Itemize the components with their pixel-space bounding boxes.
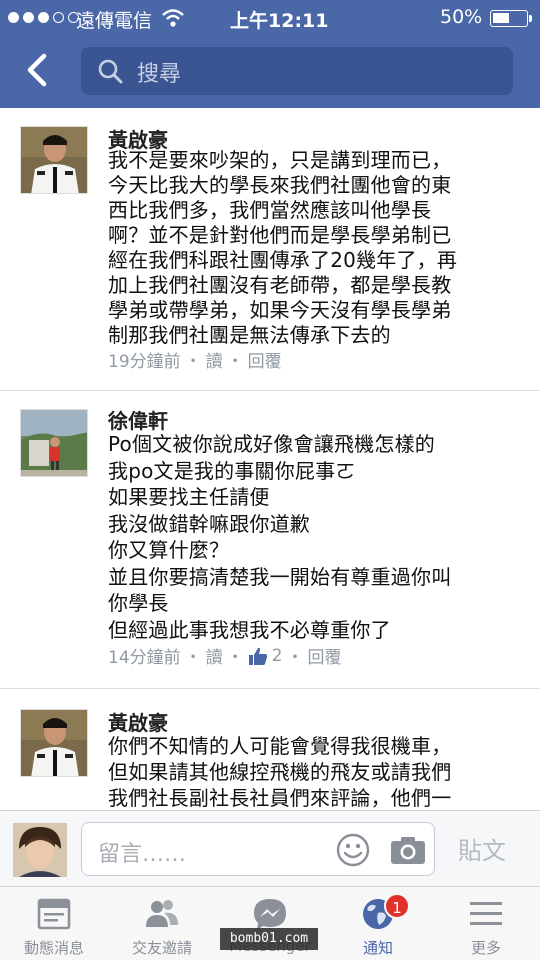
tab-more[interactable]: 更多 [432,887,540,960]
camera-icon[interactable] [390,835,426,865]
like-icon[interactable] [248,646,268,666]
comment-item: 黃啟豪 我不是要來吵架的，只是講到理而已， 今天比我大的學長來我們社團他會的東 … [0,108,540,390]
comment-text: 我不是要來吵架的，只是講到理而已， 今天比我大的學長來我們社團他會的東 西比我們… [108,148,458,347]
tab-notifications[interactable]: 1 通知 [324,887,432,960]
comment-input[interactable]: 留言…… [81,822,435,876]
avatar[interactable] [20,709,88,777]
messenger-icon [254,899,286,930]
back-arrow-icon[interactable] [18,50,58,90]
meta-separator: ・ [184,352,202,372]
signal-strength-icon [8,12,79,23]
battery-level [493,13,509,23]
news-feed-icon [37,898,71,930]
comment-meta: 14分鐘前 ・ 讀 ・ 2 ・ 回覆 [108,643,341,669]
top-bar: 遠傳電信 上午12:11 50% 搜尋 [0,0,540,108]
meta-separator: ・ [286,648,304,668]
comment-time: 14分鐘前 [108,648,181,668]
tab-label: 交友邀請 [131,939,192,957]
page: 遠傳電信 上午12:11 50% 搜尋 黃啟豪 我不是要來吵架的，只是講到理而已… [0,0,540,960]
search-placeholder: 搜尋 [137,62,182,87]
comment-list: 黃啟豪 我不是要來吵架的，只是講到理而已， 今天比我大的學長來我們社團他會的東 … [0,108,540,810]
tab-label: 通知 [362,939,393,957]
search-icon [98,59,123,84]
comment-item: 徐偉軒 Po個文被你說成好像會讓飛機怎樣的 我po文是我的事關你屁事ㄛ 如果要找… [0,391,540,687]
battery-percent: 50% [440,6,483,28]
comment-placeholder: 留言…… [98,842,187,867]
battery-tip [529,15,532,22]
read-link[interactable]: 讀 [206,347,223,372]
meta-separator: ・ [226,648,244,668]
watermark: bomb01.com [220,928,318,950]
comment-author[interactable]: 黃啟豪 [108,707,168,736]
emoji-icon[interactable] [336,833,370,867]
tab-friend-requests[interactable]: 交友邀請 [108,887,216,960]
meta-separator: ・ [226,352,244,372]
reply-link[interactable]: 回覆 [248,347,282,372]
avatar[interactable] [20,409,88,477]
my-avatar [13,823,67,877]
status-bar: 遠傳電信 上午12:11 50% [0,0,540,38]
comment-text: 你們不知情的人可能會覺得我很機車， 但如果請其他線控飛機的飛友或請我們 我們社長… [108,734,452,810]
tab-label: 更多 [470,939,501,957]
clock: 上午12:11 [230,10,329,32]
post-button[interactable]: 貼文 [458,831,506,866]
comment-compose-bar: 留言…… 貼文 [0,810,540,886]
comment-author[interactable]: 徐偉軒 [108,405,168,434]
like-count: 2 [271,645,283,666]
avatar[interactable] [20,126,88,194]
notification-badge: 1 [384,893,410,919]
meta-separator: ・ [184,648,202,668]
friend-requests-icon [146,900,178,927]
comment-time: 19分鐘前 [108,352,181,372]
wifi-icon [162,9,184,27]
comment-meta: 19分鐘前 ・ 讀 ・ 回覆 [108,347,282,372]
battery-icon [490,10,528,27]
comment-text: Po個文被你說成好像會讓飛機怎樣的 我po文是我的事關你屁事ㄛ 如果要找主任請便… [108,432,452,642]
read-link[interactable]: 讀 [206,643,223,668]
tab-label: 動態消息 [23,939,84,957]
search-input[interactable]: 搜尋 [81,47,513,95]
carrier-name: 遠傳電信 [76,10,153,32]
more-menu-icon [470,902,502,925]
reply-link[interactable]: 回覆 [307,643,341,668]
tab-news-feed[interactable]: 動態消息 [0,887,108,960]
comment-item: 黃啟豪 你們不知情的人可能會覺得我很機車， 但如果請其他線控飛機的飛友或請我們 … [0,689,540,810]
